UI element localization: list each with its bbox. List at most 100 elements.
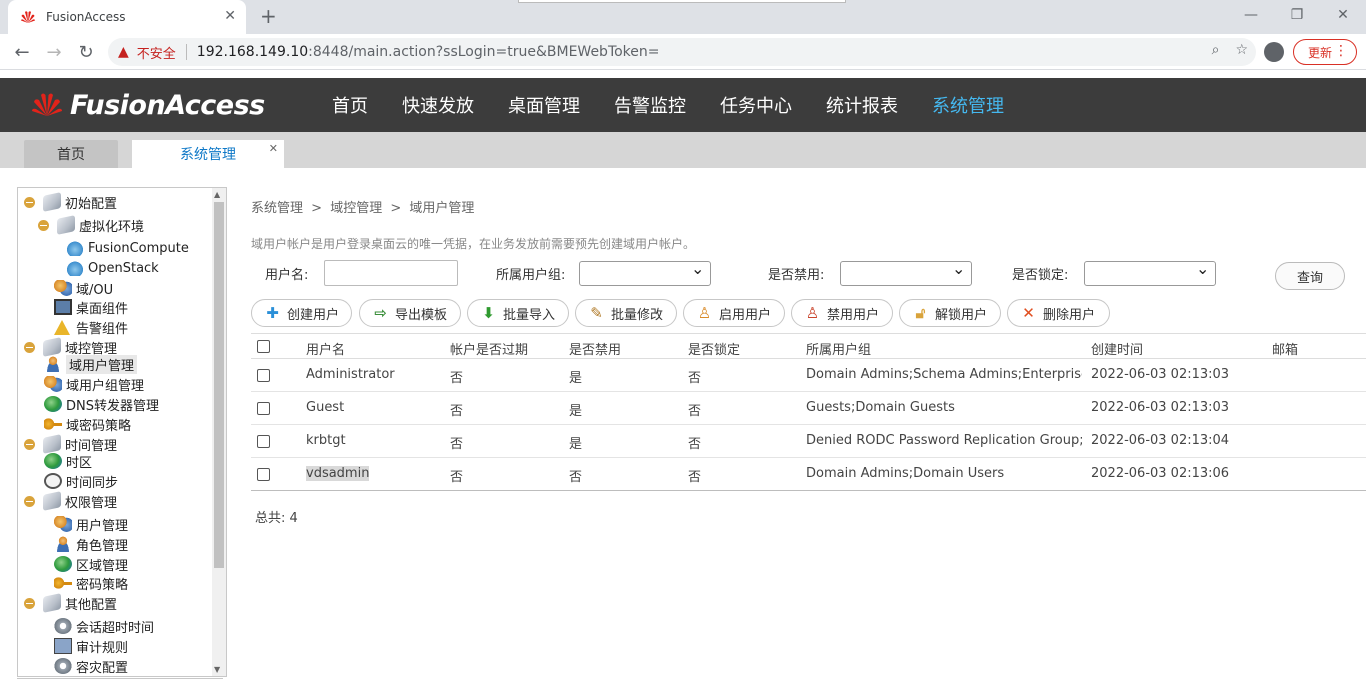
table-row[interactable]: krbtgt 否 是 否 Denied RODC Password Replicatio… — [251, 425, 1366, 458]
tree-item[interactable]: 用户管理 — [54, 514, 128, 534]
table-cell: Administrator — [306, 367, 395, 382]
omnibox[interactable]: ▲ 不安全 192.168.149.10:8448/main.action?ss… — [108, 38, 1256, 66]
tree-item-label: 桌面组件 — [76, 301, 129, 317]
tree-item[interactable]: 审计规则 — [54, 636, 128, 656]
row-checkbox[interactable] — [257, 468, 270, 481]
collapse-icon[interactable] — [24, 438, 35, 450]
tree-item[interactable]: FusionCompute — [66, 238, 189, 258]
breadcrumb-domain-control[interactable]: 域控管理 — [330, 201, 382, 216]
tree-item[interactable]: 角色管理 — [54, 534, 128, 554]
disabled-select[interactable] — [840, 259, 973, 286]
menu-dots-icon[interactable]: ⋮ — [1334, 43, 1348, 59]
select-all-checkbox[interactable] — [257, 340, 270, 353]
tree-item[interactable]: OpenStack — [66, 258, 159, 278]
breadcrumb-system[interactable]: 系统管理 — [251, 201, 303, 216]
scroll-down-icon[interactable]: ▼ — [214, 665, 220, 674]
col-created[interactable]: 创建时间 — [1091, 339, 1143, 358]
scroll-thumb[interactable] — [214, 202, 224, 568]
row-checkbox[interactable] — [257, 435, 270, 448]
col-locked[interactable]: 是否锁定 — [688, 339, 740, 358]
tree-item[interactable]: DNS转发器管理 — [44, 394, 159, 414]
new-tab-icon[interactable]: + — [260, 4, 277, 28]
tab-close-icon[interactable]: ✕ — [269, 142, 278, 155]
batch-modify-button[interactable]: ✎ 批量修改 — [575, 299, 677, 327]
back-icon[interactable]: ← — [10, 40, 34, 64]
tab-home[interactable]: 首页 — [24, 140, 118, 168]
collapse-icon[interactable] — [24, 495, 35, 507]
profile-avatar-icon[interactable] — [1264, 42, 1284, 62]
create-user-label: 创建用户 — [287, 307, 340, 323]
col-username[interactable]: 用户名 — [306, 339, 345, 358]
nav-alarm-monitor[interactable]: 告警监控 — [614, 92, 686, 118]
table-row[interactable]: Guest 否 是 否 Guests;Domain Guests 2022-06-03 0… — [251, 392, 1366, 425]
col-expired[interactable]: 帐户是否过期 — [450, 339, 528, 358]
export-icon: ⇨ — [374, 304, 387, 322]
app-header: FusionAccess 首页 快速发放 桌面管理 告警监控 任务中心 统计报表… — [0, 78, 1366, 132]
nav-home[interactable]: 首页 — [332, 92, 368, 118]
row-checkbox[interactable] — [257, 369, 270, 382]
tree-item[interactable]: 权限管理 — [24, 491, 117, 511]
nav-task-center[interactable]: 任务中心 — [720, 92, 792, 118]
reload-icon[interactable]: ↻ — [74, 40, 98, 64]
tree-item[interactable]: 域/OU — [54, 278, 113, 298]
zoom-icon[interactable]: ⌕ — [1212, 42, 1220, 58]
tree-item[interactable]: 初始配置 — [24, 192, 117, 212]
restore-icon[interactable]: ❐ — [1274, 0, 1320, 30]
update-button[interactable]: 更新 ⋮ — [1293, 39, 1357, 65]
disable-user-button[interactable]: ♙ 禁用用户 — [791, 299, 893, 327]
tree-item[interactable]: 区域管理 — [54, 554, 128, 574]
tree-item[interactable]: 会话超时时间 — [54, 616, 154, 636]
tree-item[interactable]: 告警组件 — [54, 317, 128, 337]
scroll-up-icon[interactable]: ▲ — [214, 190, 220, 199]
username-input[interactable] — [324, 260, 459, 286]
col-email[interactable]: 邮箱 — [1272, 339, 1298, 358]
url-text[interactable]: 192.168.149.10:8448/main.action?ssLogin=… — [197, 44, 660, 60]
close-window-icon[interactable]: ✕ — [1320, 0, 1366, 30]
row-checkbox[interactable] — [257, 402, 270, 415]
breadcrumb-sep: > — [311, 201, 323, 216]
tab-system-management[interactable]: 系统管理 ✕ — [132, 140, 284, 168]
query-button[interactable]: 查询 — [1275, 262, 1345, 290]
col-disabled[interactable]: 是否禁用 — [569, 339, 621, 358]
table-row[interactable]: vdsadmin 否 否 否 Domain Admins;Domain Users 202… — [251, 458, 1366, 491]
export-template-button[interactable]: ⇨ 导出模板 — [359, 299, 461, 327]
tree-item[interactable]: 域用户管理 — [44, 354, 138, 374]
delete-user-button[interactable]: ✕ 删除用户 — [1007, 299, 1110, 327]
nav-system-management[interactable]: 系统管理 — [932, 92, 1004, 118]
warning-icon: ▲ — [118, 44, 129, 60]
table-row[interactable]: Administrator 否 是 否 Domain Admins;Schema Adm… — [251, 359, 1366, 392]
tree-item[interactable]: 桌面组件 — [54, 297, 128, 317]
tree-scrollbar[interactable]: ▲ ▼ — [212, 188, 226, 676]
tree-item[interactable]: 域用户组管理 — [44, 374, 144, 394]
tree-item[interactable]: 密码策略 — [54, 573, 128, 593]
nav-statistics[interactable]: 统计报表 — [826, 92, 898, 118]
nav-desktop-management[interactable]: 桌面管理 — [508, 92, 580, 118]
username-filter: 用户名: — [265, 260, 459, 286]
tree-item[interactable]: 其他配置 — [24, 593, 117, 613]
collapse-icon[interactable] — [24, 597, 35, 609]
bookmark-star-icon[interactable]: ☆ — [1235, 42, 1248, 58]
locked-select[interactable] — [1084, 259, 1217, 286]
enable-user-button[interactable]: ♙ 启用用户 — [683, 299, 785, 327]
window-controls: — ❐ ✕ — [1228, 0, 1366, 34]
batch-import-button[interactable]: ⬇ 批量导入 — [467, 299, 569, 327]
nav-quick-provision[interactable]: 快速发放 — [402, 92, 474, 118]
tree-item[interactable]: 时区 — [44, 451, 92, 471]
minimize-icon[interactable]: — — [1228, 0, 1274, 30]
col-groups[interactable]: 所属用户组 — [806, 339, 871, 358]
tree-item[interactable]: 时间同步 — [44, 471, 118, 491]
create-user-button[interactable]: ✚ 创建用户 — [251, 299, 352, 327]
tab-close-icon[interactable]: ✕ — [224, 8, 236, 24]
collapse-icon[interactable] — [24, 196, 35, 208]
tree-item[interactable]: 容灾配置 — [54, 656, 128, 676]
browser-tab[interactable]: FusionAccess ✕ — [8, 0, 246, 34]
collapse-icon[interactable] — [38, 219, 49, 231]
collapse-icon[interactable] — [24, 341, 35, 353]
group-select[interactable] — [579, 259, 712, 286]
tree-bottom-line — [17, 678, 223, 679]
tree-item[interactable]: 虚拟化环境 — [38, 215, 144, 235]
tab-home-label: 首页 — [57, 147, 85, 163]
tree-item[interactable]: 域密码策略 — [44, 414, 131, 434]
forward-icon[interactable]: → — [42, 40, 66, 64]
unlock-user-button[interactable]: 🔓︎ 解锁用户 — [899, 299, 1001, 327]
